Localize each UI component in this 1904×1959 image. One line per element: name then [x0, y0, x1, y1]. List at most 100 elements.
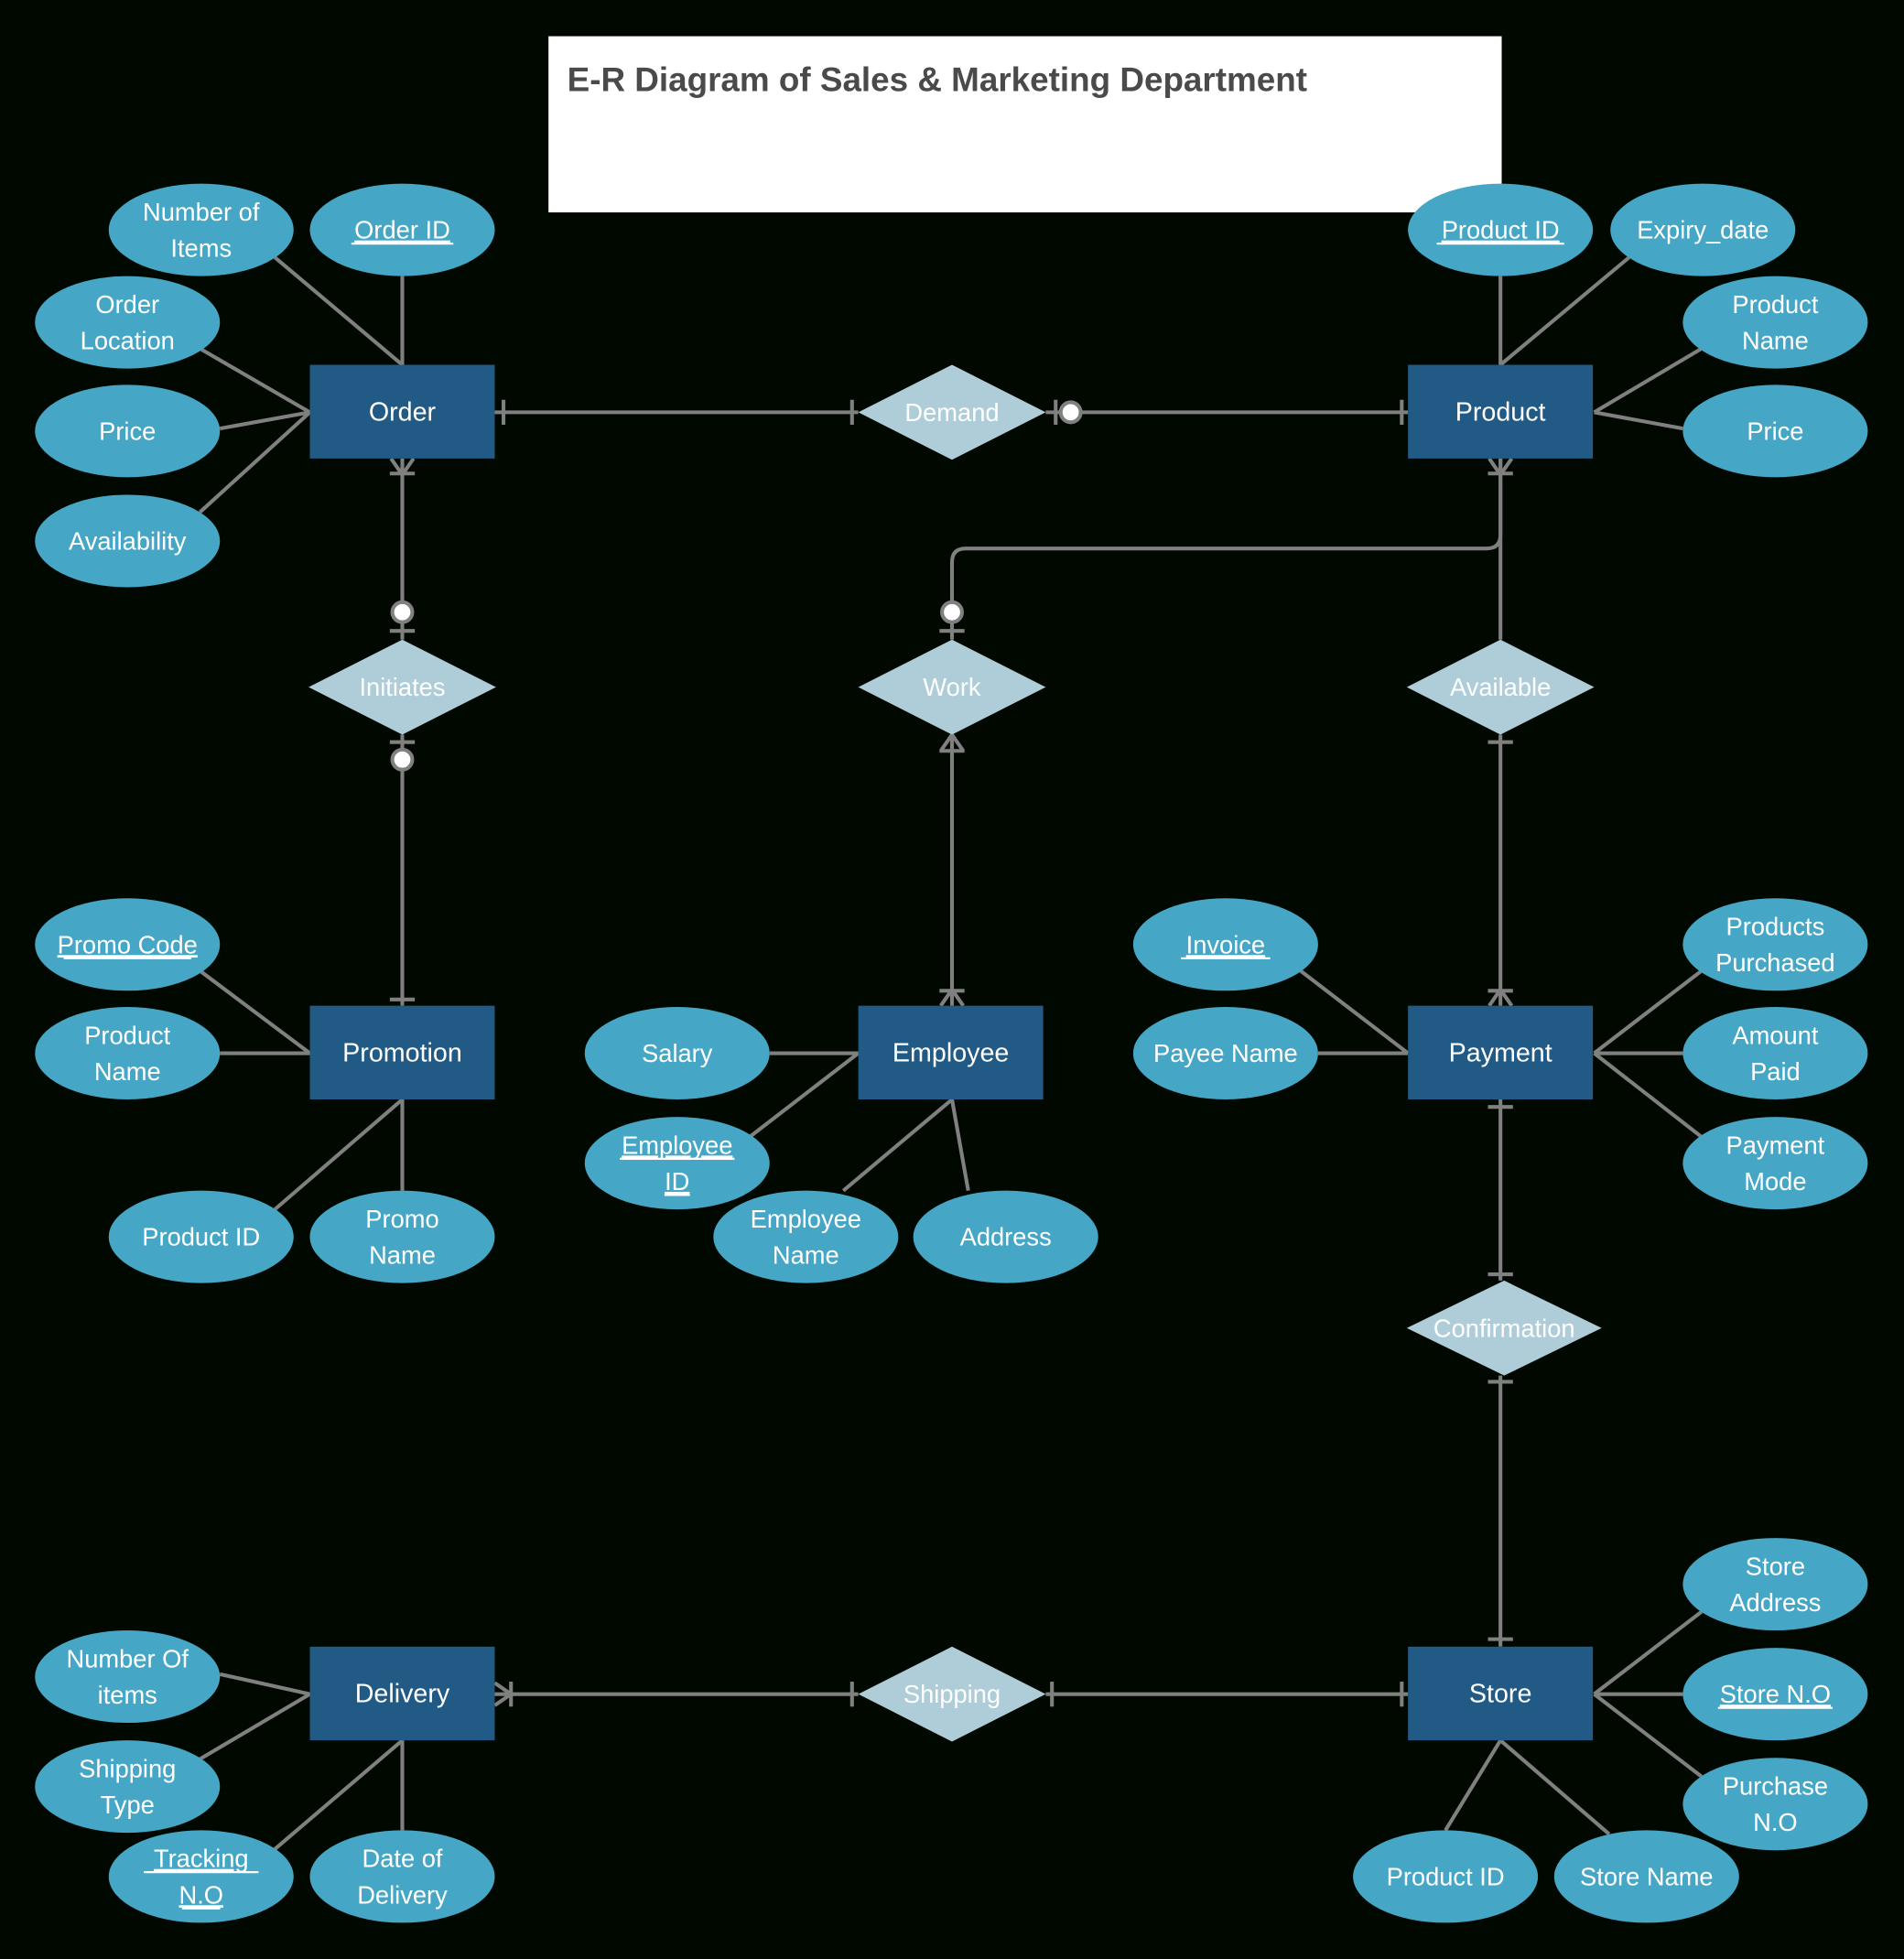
- attribute-link: [199, 347, 311, 415]
- entity-label: Payment: [1449, 1038, 1552, 1067]
- entity-label: Product: [1455, 397, 1546, 427]
- relationship-label: Confirmation: [1433, 1314, 1575, 1342]
- attribute-shipping-type[interactable]: Shipping Type: [35, 1740, 221, 1834]
- diagram-title: E-R Diagram of Sales & Marketing Departm…: [568, 61, 1307, 99]
- attribute-employee-name[interactable]: Employee Name: [713, 1190, 899, 1283]
- attribute-order-location[interactable]: Order Location: [35, 276, 221, 369]
- attribute-link: [949, 1099, 970, 1192]
- attribute-link: [1594, 410, 1683, 431]
- key-attribute-label: Product ID: [1442, 216, 1560, 244]
- attribute-label: Products: [1726, 913, 1825, 941]
- attribute-label: Price: [99, 417, 156, 445]
- attribute-date-of-delivery[interactable]: Date of Delivery: [309, 1830, 495, 1923]
- attribute-label: Date of: [362, 1845, 443, 1873]
- attribute-link: [1593, 969, 1704, 1055]
- attribute-label: Amount: [1732, 1021, 1818, 1049]
- attribute-number-of-items[interactable]: Number Of items: [35, 1630, 221, 1724]
- attribute-label: Name: [369, 1240, 436, 1269]
- key-attribute-label: Promo Code: [58, 930, 198, 958]
- attribute-label: Product ID: [142, 1223, 260, 1251]
- attribute-tracking-n-o[interactable]: Tracking N.O: [108, 1830, 294, 1923]
- attribute-store-name[interactable]: Store Name: [1553, 1830, 1739, 1923]
- entity-product[interactable]: Product: [1408, 364, 1594, 459]
- attribute-label: Order: [95, 290, 159, 319]
- relationship-label: Demand: [904, 398, 999, 427]
- relationship-available[interactable]: Available: [1406, 639, 1595, 735]
- zero-circle: [390, 600, 415, 624]
- attribute-invoice[interactable]: Invoice: [1132, 898, 1318, 991]
- key-attribute-label: Store N.O: [1720, 1680, 1831, 1708]
- attribute-employee-id[interactable]: Employee ID: [584, 1117, 770, 1210]
- attribute-store-address[interactable]: Store Address: [1682, 1538, 1868, 1631]
- attribute-product-id[interactable]: Product ID: [1408, 183, 1594, 276]
- attribute-link: [219, 1672, 310, 1696]
- attribute-purchase-n-o[interactable]: Purchase N.O: [1682, 1758, 1868, 1851]
- relationship-confirmation[interactable]: Confirmation: [1406, 1280, 1602, 1376]
- attribute-product-id[interactable]: Product ID: [1353, 1830, 1539, 1923]
- relationship-label: Available: [1450, 673, 1551, 701]
- attribute-label: Paid: [1750, 1057, 1801, 1086]
- attribute-label: Promo: [365, 1205, 438, 1233]
- attribute-label: Purchased: [1715, 948, 1834, 977]
- attribute-label: Purchase: [1723, 1772, 1828, 1801]
- attribute-label: Mode: [1744, 1167, 1806, 1196]
- zero-circle: [940, 600, 964, 624]
- attribute-promo-code[interactable]: Promo Code: [35, 898, 221, 991]
- attribute-product-name[interactable]: Product Name: [35, 1007, 221, 1100]
- attribute-label: Store Name: [1580, 1862, 1714, 1890]
- key-attribute-label: Order ID: [354, 216, 450, 244]
- attribute-label: Name: [1742, 326, 1809, 354]
- entity-employee[interactable]: Employee: [858, 1005, 1044, 1100]
- attribute-store-n-o[interactable]: Store N.O: [1682, 1648, 1868, 1741]
- attribute-product-id[interactable]: Product ID: [108, 1190, 294, 1283]
- entity-delivery[interactable]: Delivery: [309, 1646, 495, 1741]
- relationship-demand[interactable]: Demand: [858, 364, 1046, 460]
- attribute-link: [1299, 969, 1410, 1055]
- attribute-availability[interactable]: Availability: [35, 494, 221, 588]
- key-attribute-label: Invoice: [1186, 930, 1265, 958]
- attribute-label: Items: [170, 233, 232, 262]
- attribute-payment-mode[interactable]: Payment Mode: [1682, 1117, 1868, 1210]
- entity-payment[interactable]: Payment: [1408, 1005, 1594, 1100]
- attribute-price[interactable]: Price: [35, 384, 221, 478]
- attribute-price[interactable]: Price: [1682, 384, 1868, 478]
- attribute-payee-name[interactable]: Payee Name: [1132, 1007, 1318, 1100]
- attribute-label: Expiry_date: [1637, 216, 1769, 244]
- key-attribute-label: Employee: [622, 1131, 732, 1159]
- attribute-label: Product ID: [1387, 1862, 1505, 1890]
- attribute-label: N.O: [1753, 1808, 1798, 1836]
- attribute-products-purchased[interactable]: Products Purchased: [1682, 898, 1868, 991]
- relationship-work[interactable]: Work: [858, 639, 1046, 735]
- attribute-expiry-date[interactable]: Expiry_date: [1610, 183, 1796, 276]
- attribute-link: [1444, 1739, 1502, 1832]
- attribute-amount-paid[interactable]: Amount Paid: [1682, 1007, 1868, 1100]
- entity-promotion[interactable]: Promotion: [309, 1005, 495, 1100]
- attribute-link: [1498, 1738, 1611, 1836]
- er-diagram-canvas: E-R Diagram of Sales & Marketing Departm…: [35, 36, 1868, 1923]
- zero-circle: [390, 747, 415, 772]
- key-attribute-label: ID: [665, 1167, 689, 1196]
- attribute-label: items: [98, 1681, 157, 1709]
- relationship-label: Shipping: [903, 1680, 1001, 1708]
- attribute-label: Shipping: [79, 1754, 176, 1782]
- attribute-number-of-items[interactable]: Number of Items: [108, 183, 294, 276]
- relationship-shipping[interactable]: Shipping: [858, 1646, 1046, 1742]
- attribute-label: Availability: [69, 527, 187, 556]
- attribute-label: Price: [1747, 417, 1803, 445]
- attribute-link: [1593, 1693, 1704, 1779]
- entity-label: Delivery: [355, 1680, 450, 1709]
- attribute-address[interactable]: Address: [913, 1190, 1098, 1283]
- relationship-initiates[interactable]: Initiates: [308, 639, 496, 735]
- attribute-label: Employee: [751, 1205, 861, 1233]
- attribute-promo-name[interactable]: Promo Name: [309, 1190, 495, 1283]
- attribute-order-id[interactable]: Order ID: [309, 183, 495, 276]
- attribute-label: Number Of: [67, 1644, 189, 1672]
- entity-store[interactable]: Store: [1408, 1646, 1594, 1741]
- relationship-label: Work: [923, 673, 981, 701]
- entity-order[interactable]: Order: [309, 364, 495, 459]
- entity-label: Employee: [892, 1038, 1009, 1067]
- attribute-label: Payee Name: [1153, 1039, 1298, 1067]
- attribute-label: Address: [960, 1223, 1052, 1251]
- attribute-product-name[interactable]: Product Name: [1682, 276, 1868, 369]
- attribute-salary[interactable]: Salary: [584, 1007, 770, 1100]
